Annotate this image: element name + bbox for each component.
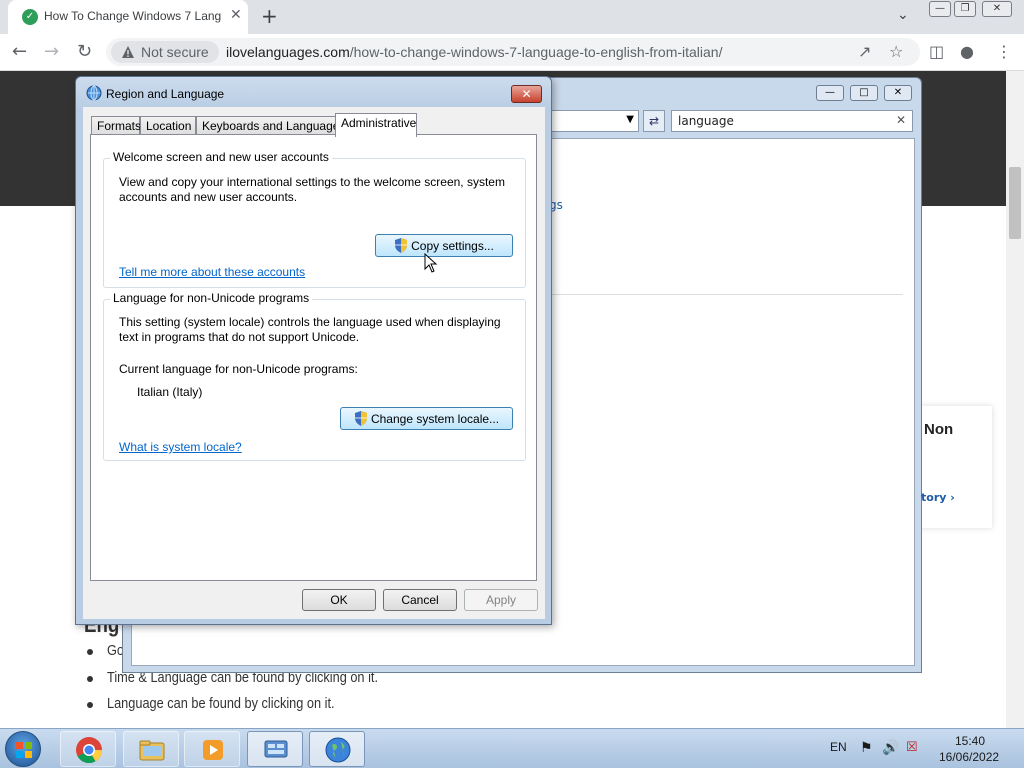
welcome-description: View and copy your international setting…: [119, 175, 505, 204]
taskbar-control-panel[interactable]: [247, 731, 303, 767]
apply-button[interactable]: Apply: [464, 589, 538, 611]
bookmark-star-icon[interactable]: ☆: [889, 42, 903, 61]
card-title: Non: [924, 421, 954, 438]
folder-icon: [139, 740, 165, 761]
cp-search-value: language: [678, 114, 734, 128]
clear-search-icon[interactable]: ✕: [896, 113, 906, 127]
cp-address-bar[interactable]: ▼: [551, 110, 639, 132]
bullet-item: Language can be found by clicking on it.: [107, 695, 335, 712]
tab-keyboards-languages[interactable]: Keyboards and Languages: [196, 116, 345, 136]
cp-maximize-icon[interactable]: □: [850, 85, 878, 101]
side-panel-icon[interactable]: ◫: [929, 42, 944, 61]
windows-logo-icon: [16, 742, 32, 758]
forward-arrow-icon[interactable]: →: [44, 41, 59, 62]
taskbar-chrome[interactable]: [60, 731, 116, 767]
security-label: Not secure: [141, 44, 209, 60]
menu-kebab-icon[interactable]: ⋮: [996, 42, 1012, 61]
back-arrow-icon[interactable]: ←: [12, 41, 27, 62]
dialog-close-icon[interactable]: ✕: [511, 85, 542, 103]
window-close-icon[interactable]: ✕: [982, 1, 1012, 17]
copy-settings-button[interactable]: Copy settings...: [375, 234, 513, 257]
media-player-icon: [203, 740, 223, 760]
restore-icon[interactable]: ❐: [954, 1, 976, 17]
mouse-cursor-icon: [424, 253, 438, 273]
scrollbar-thumb[interactable]: [1009, 167, 1021, 239]
bullet-dot: [87, 649, 93, 655]
nonunicode-description: This setting (system locale) controls th…: [119, 315, 501, 344]
windows-taskbar: EN ⚑ 🔊 ☒ 15:40 16/06/2022: [0, 728, 1024, 768]
reload-icon[interactable]: ↻: [77, 41, 92, 62]
what-is-system-locale-link[interactable]: What is system locale?: [119, 440, 242, 454]
taskbar-media-player[interactable]: [184, 731, 240, 767]
uac-shield-icon: [354, 411, 367, 426]
taskbar-explorer[interactable]: [123, 731, 179, 767]
address-bar[interactable]: Not secure ilovelanguages.com/how-to-cha…: [106, 38, 920, 66]
divider: [550, 294, 903, 295]
tab-formats[interactable]: Formats: [91, 116, 141, 136]
change-system-locale-button[interactable]: Change system locale...: [340, 407, 513, 430]
taskbar-region-language[interactable]: [309, 731, 365, 767]
card-link[interactable]: tory ›: [921, 491, 955, 504]
share-icon[interactable]: ↗: [858, 42, 871, 61]
url-path: /how-to-change-windows-7-language-to-eng…: [349, 44, 723, 60]
globe-clock-icon: [86, 85, 102, 101]
tab-close-icon[interactable]: ✕: [230, 7, 242, 23]
chrome-icon: [76, 737, 103, 764]
volume-icon[interactable]: 🔊: [882, 739, 899, 756]
input-language-indicator[interactable]: EN: [830, 740, 847, 754]
cp-search-input[interactable]: language ✕: [671, 110, 913, 132]
uac-shield-icon: [395, 238, 408, 253]
network-error-icon[interactable]: ☒: [906, 739, 918, 755]
globe-icon: [325, 737, 351, 763]
new-tab-icon[interactable]: +: [261, 4, 278, 28]
tab-search-chevron-icon[interactable]: ⌄: [897, 7, 909, 23]
welcome-group-title: Welcome screen and new user accounts: [110, 150, 332, 164]
browser-tabstrip: ✓ How To Change Windows 7 Lang ✕ + ⌄ — ❐…: [0, 0, 1024, 34]
url-host: ilovelanguages.com: [226, 44, 350, 60]
warning-triangle-icon: [122, 46, 134, 58]
tab-title: How To Change Windows 7 Lang: [44, 9, 222, 23]
current-language-value: Italian (Italy): [137, 385, 203, 399]
administrative-panel: Welcome screen and new user accounts Vie…: [90, 134, 537, 581]
control-panel-icon: [264, 740, 288, 758]
nonunicode-group-title: Language for non-Unicode programs: [110, 291, 313, 305]
dialog-body: Formats Location Keyboards and Languages…: [83, 107, 545, 619]
current-language-label: Current language for non-Unicode program…: [119, 362, 358, 376]
dropdown-arrow-icon[interactable]: ▼: [626, 114, 634, 125]
ok-button[interactable]: OK: [302, 589, 376, 611]
dialog-title: Region and Language: [106, 87, 225, 101]
change-locale-label: Change system locale...: [370, 411, 500, 426]
nonunicode-group: Language for non-Unicode programs This s…: [103, 291, 526, 461]
tell-me-more-link[interactable]: Tell me more about these accounts: [119, 265, 305, 279]
bullet-dot: [87, 702, 93, 708]
cancel-button[interactable]: Cancel: [383, 589, 457, 611]
cp-refresh-icon[interactable]: ⇄: [643, 110, 665, 132]
bullet-dot: [87, 676, 93, 682]
region-language-dialog: Region and Language ✕ Formats Location K…: [75, 76, 552, 625]
copy-settings-label: Copy settings...: [411, 238, 494, 253]
site-favicon-icon: ✓: [22, 9, 38, 25]
welcome-group: Welcome screen and new user accounts Vie…: [103, 150, 526, 288]
minimize-icon[interactable]: —: [929, 1, 951, 17]
start-button[interactable]: [5, 731, 41, 767]
action-center-flag-icon[interactable]: ⚑: [860, 739, 873, 756]
dialog-titlebar[interactable]: Region and Language ✕: [76, 77, 551, 109]
tab-administrative[interactable]: Administrative: [335, 113, 417, 137]
clock-date[interactable]: 16/06/2022: [939, 750, 999, 764]
page-scrollbar[interactable]: [1006, 71, 1024, 728]
security-chip[interactable]: Not secure: [111, 41, 219, 63]
cp-minimize-icon[interactable]: —: [816, 85, 844, 101]
browser-tab[interactable]: ✓ How To Change Windows 7 Lang ✕: [8, 0, 248, 34]
tab-location[interactable]: Location: [140, 116, 196, 136]
clock-time[interactable]: 15:40: [955, 734, 985, 748]
url-text: ilovelanguages.com/how-to-change-windows…: [226, 44, 723, 60]
cp-close-icon[interactable]: ✕: [884, 85, 912, 101]
profile-avatar-icon[interactable]: ●: [960, 42, 974, 61]
browser-toolbar: ← → ↻ Not secure ilovelanguages.com/how-…: [0, 34, 1024, 71]
